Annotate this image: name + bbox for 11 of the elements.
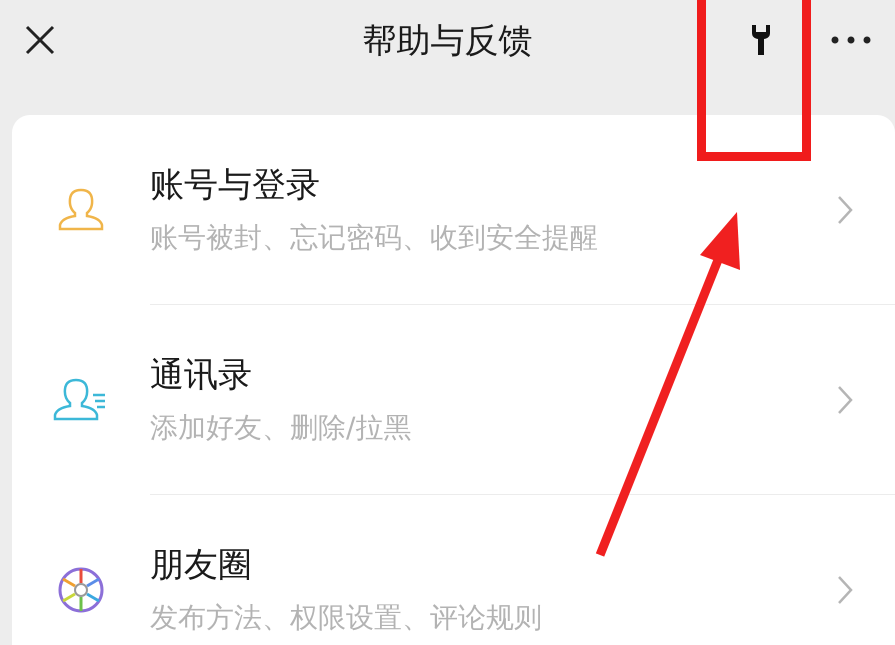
wrench-icon[interactable] [749, 23, 773, 57]
aperture-icon [56, 565, 106, 615]
page-title: 帮助与反馈 [362, 20, 532, 63]
topic-description: 添加好友、删除/拉黑 [150, 410, 412, 446]
topic-title: 朋友圈 [150, 544, 253, 587]
topic-description: 账号被封、忘记密码、收到安全提醒 [150, 220, 599, 256]
topic-title: 账号与登录 [150, 164, 321, 206]
close-icon[interactable] [24, 24, 56, 56]
more-icon[interactable] [831, 36, 871, 44]
topic-description: 发布方法、权限设置、评论规则 [150, 600, 543, 636]
topic-title: 通讯录 [150, 354, 253, 396]
